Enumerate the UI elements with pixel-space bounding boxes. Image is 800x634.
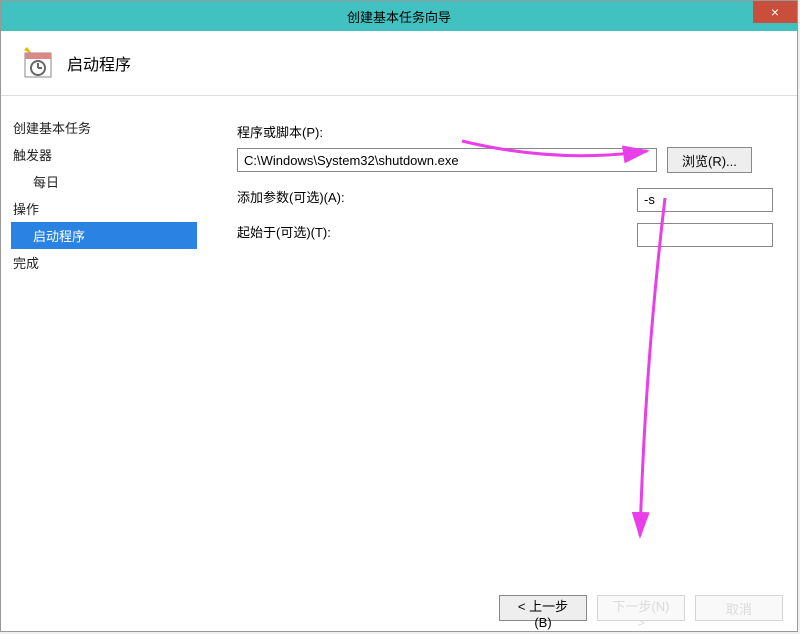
page-header: 启动程序 — [1, 31, 797, 96]
footer: < 上一步(B) 下一步(N) > 取消 — [499, 595, 783, 621]
sidebar-item-action[interactable]: 操作 — [11, 195, 197, 222]
annotation-arrow-2 — [625, 196, 685, 546]
content: 程序或脚本(P): 浏览(R)... 添加参数(可选)(A): 起始于(可选)(… — [197, 96, 797, 586]
wizard-window: 创建基本任务向导 × 启动程序 创建基本任务 触发器 每日 操作 启动程序 完成 — [0, 0, 798, 632]
sidebar-item-trigger[interactable]: 触发器 — [11, 141, 197, 168]
window-title: 创建基本任务向导 — [347, 7, 451, 26]
body: 创建基本任务 触发器 每日 操作 启动程序 完成 程序或脚本(P): 浏览(R)… — [1, 96, 797, 586]
sidebar-item-create[interactable]: 创建基本任务 — [11, 114, 197, 141]
startin-input[interactable] — [637, 223, 773, 247]
next-button[interactable]: 下一步(N) > — [597, 595, 685, 621]
sidebar-item-startprogram[interactable]: 启动程序 — [11, 222, 197, 249]
browse-button[interactable]: 浏览(R)... — [667, 147, 752, 173]
cancel-button[interactable]: 取消 — [695, 595, 783, 621]
script-input[interactable] — [237, 148, 657, 172]
back-button[interactable]: < 上一步(B) — [499, 595, 587, 621]
args-input[interactable] — [637, 188, 773, 212]
sidebar-item-finish[interactable]: 完成 — [11, 249, 197, 276]
args-label: 添加参数(可选)(A): — [237, 187, 345, 206]
script-label: 程序或脚本(P): — [237, 122, 775, 141]
startin-label: 起始于(可选)(T): — [237, 222, 331, 241]
sidebar-item-daily[interactable]: 每日 — [11, 168, 197, 195]
close-button[interactable]: × — [753, 1, 797, 23]
titlebar: 创建基本任务向导 × — [1, 1, 797, 31]
close-icon: × — [771, 4, 779, 20]
page-title: 启动程序 — [67, 51, 131, 75]
sidebar: 创建基本任务 触发器 每日 操作 启动程序 完成 — [1, 96, 197, 586]
wizard-icon — [19, 45, 55, 81]
